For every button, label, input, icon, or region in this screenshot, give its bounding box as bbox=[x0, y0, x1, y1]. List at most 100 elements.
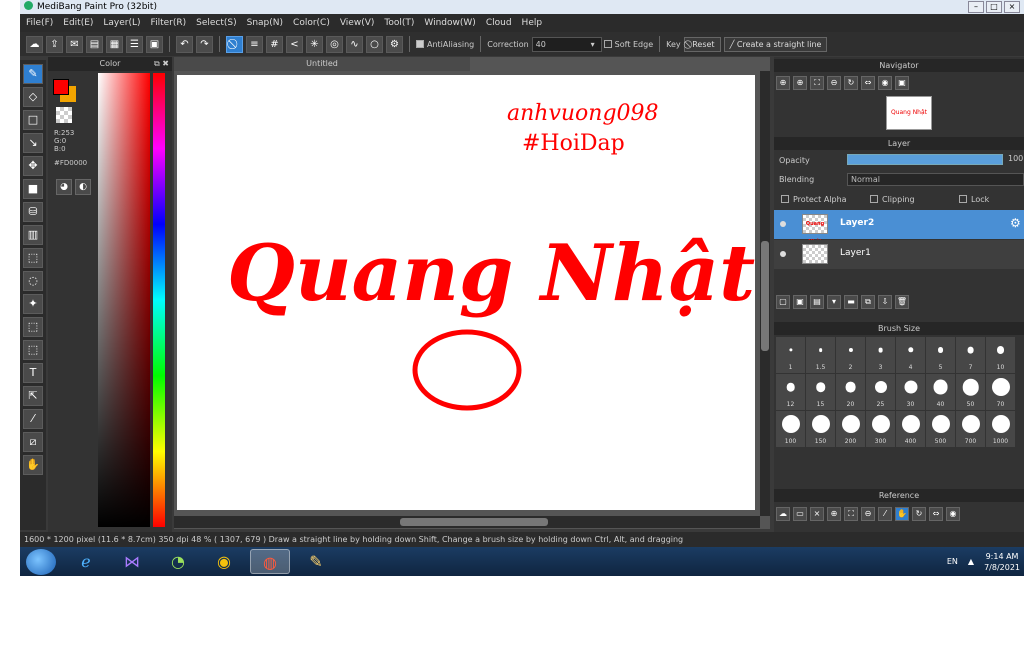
bucket-tool-icon[interactable]: ⛁ bbox=[23, 202, 43, 222]
language-indicator[interactable]: EN bbox=[947, 557, 958, 566]
select-tool-icon[interactable]: ↘ bbox=[23, 133, 43, 153]
eye-icon[interactable] bbox=[780, 251, 786, 257]
vertical-scrollbar[interactable] bbox=[760, 71, 770, 516]
message-icon[interactable]: ▤ bbox=[86, 35, 103, 53]
circle-snap-icon[interactable]: ◎ bbox=[326, 35, 343, 53]
grid-icon[interactable]: ▣ bbox=[146, 35, 163, 53]
brush-size-option[interactable]: 1 bbox=[776, 337, 805, 373]
menu-file[interactable]: File(F) bbox=[26, 18, 53, 28]
paint-icon[interactable]: ✎ bbox=[296, 549, 336, 574]
soft-edge-checkbox[interactable]: Soft Edge bbox=[603, 39, 653, 49]
menu-view[interactable]: View(V) bbox=[340, 18, 375, 28]
menu-select[interactable]: Select(S) bbox=[196, 18, 237, 28]
menu-snap[interactable]: Snap(N) bbox=[247, 18, 283, 28]
close-button[interactable]: × bbox=[1004, 1, 1020, 13]
new-8bit-layer-icon[interactable]: ▤ bbox=[810, 295, 824, 309]
duplicate-layer-icon[interactable]: ⧉ bbox=[861, 295, 875, 309]
foreground-color-swatch[interactable] bbox=[53, 79, 69, 95]
reset-view-icon[interactable]: ◉ bbox=[878, 76, 892, 90]
antialiasing-checkbox[interactable]: AntiAliasing bbox=[416, 39, 474, 49]
brush-size-option[interactable]: 20 bbox=[836, 374, 865, 410]
hand-icon[interactable]: ✋ bbox=[895, 507, 909, 521]
fullscreen-icon[interactable]: ▣ bbox=[895, 76, 909, 90]
brush-size-option[interactable]: 400 bbox=[896, 411, 925, 447]
snap-settings-icon[interactable]: ⚙ bbox=[386, 35, 403, 53]
zoom-out-icon[interactable]: ⊖ bbox=[861, 507, 875, 521]
hue-slider[interactable] bbox=[153, 73, 165, 527]
rect-select-tool-icon[interactable]: ⬚ bbox=[23, 248, 43, 268]
move-tool-icon[interactable]: ✥ bbox=[23, 156, 43, 176]
zoom-in-icon[interactable]: ⊕ bbox=[776, 76, 790, 90]
chevron-down-icon[interactable]: ▾ bbox=[591, 40, 595, 49]
brush-size-option[interactable]: 10 bbox=[986, 337, 1015, 373]
operation-tool-icon[interactable]: ⇱ bbox=[23, 386, 43, 406]
chrome-icon[interactable]: ◉ bbox=[204, 549, 244, 574]
folder-icon[interactable]: ▬ bbox=[844, 295, 858, 309]
ellipse-snap-icon[interactable]: ○ bbox=[366, 35, 383, 53]
brush-size-option[interactable]: 150 bbox=[806, 411, 835, 447]
select-pen-tool-icon[interactable]: ⬚ bbox=[23, 317, 43, 337]
menu-filter[interactable]: Filter(R) bbox=[151, 18, 187, 28]
undo-icon[interactable]: ↶ bbox=[176, 35, 193, 53]
color-mode-icon[interactable]: ◐ bbox=[75, 179, 91, 195]
brush-size-option[interactable]: 1000 bbox=[986, 411, 1015, 447]
brush-size-option[interactable]: 700 bbox=[956, 411, 985, 447]
brush-size-option[interactable]: 50 bbox=[956, 374, 985, 410]
vertical-scroll-thumb[interactable] bbox=[761, 241, 769, 351]
parallel-snap-icon[interactable]: ≡ bbox=[246, 35, 263, 53]
close-reference-icon[interactable]: × bbox=[810, 507, 824, 521]
horizontal-scroll-thumb[interactable] bbox=[400, 518, 548, 526]
eye-icon[interactable] bbox=[780, 221, 786, 227]
navigator-thumbnail[interactable]: Quang Nhật bbox=[886, 96, 932, 130]
comment-icon[interactable]: ✉ bbox=[66, 35, 83, 53]
protect-alpha-checkbox[interactable]: Protect Alpha bbox=[781, 195, 847, 204]
hand-tool-icon[interactable]: ✋ bbox=[23, 455, 43, 475]
curve-snap-icon[interactable]: ∿ bbox=[346, 35, 363, 53]
flip-icon[interactable]: ⇔ bbox=[861, 76, 875, 90]
menu-cloud[interactable]: Cloud bbox=[486, 18, 512, 28]
brush-size-option[interactable]: 2 bbox=[836, 337, 865, 373]
close-icon[interactable]: ⧉ ✖ bbox=[154, 57, 169, 71]
create-straight-line-button[interactable]: ╱ Create a straight line bbox=[723, 36, 828, 52]
flip-icon[interactable]: ⇔ bbox=[929, 507, 943, 521]
brush-size-option[interactable]: 1.5 bbox=[806, 337, 835, 373]
brush-size-option[interactable]: 70 bbox=[986, 374, 1015, 410]
document-icon[interactable]: ▦ bbox=[106, 35, 123, 53]
rotate-icon[interactable]: ↻ bbox=[912, 507, 926, 521]
clock[interactable]: 9:14 AM 7/8/2021 bbox=[984, 551, 1020, 573]
brush-size-option[interactable]: 30 bbox=[896, 374, 925, 410]
gradient-tool-icon[interactable]: ▥ bbox=[23, 225, 43, 245]
layer-row-layer1[interactable]: Layer1 bbox=[774, 240, 1024, 269]
zoom-in-icon[interactable]: ⊕ bbox=[827, 507, 841, 521]
snap-off-icon[interactable]: ⃠ bbox=[226, 35, 243, 53]
start-button[interactable] bbox=[26, 548, 56, 575]
eyedropper-icon[interactable]: ⁄ bbox=[878, 507, 892, 521]
blending-select[interactable]: Normal bbox=[847, 173, 1024, 186]
open-folder-icon[interactable]: ▭ bbox=[793, 507, 807, 521]
brush-tool-icon[interactable]: ✎ bbox=[23, 64, 43, 84]
gear-icon[interactable]: ⚙ bbox=[1010, 216, 1021, 230]
menu-layer[interactable]: Layer(L) bbox=[103, 18, 140, 28]
tray-expand-icon[interactable]: ▲ bbox=[968, 557, 974, 566]
medibang-taskbar-icon[interactable]: ◍ bbox=[250, 549, 290, 574]
menu-color[interactable]: Color(C) bbox=[293, 18, 330, 28]
brush-size-option[interactable]: 500 bbox=[926, 411, 955, 447]
horizontal-scrollbar[interactable] bbox=[174, 516, 760, 528]
menu-edit[interactable]: Edit(E) bbox=[63, 18, 93, 28]
minimize-button[interactable]: – bbox=[968, 1, 984, 13]
brush-size-option[interactable]: 7 bbox=[956, 337, 985, 373]
brush-size-option[interactable]: 3 bbox=[866, 337, 895, 373]
brush-size-option[interactable]: 300 bbox=[866, 411, 895, 447]
new-layer-icon[interactable]: ▢ bbox=[776, 295, 790, 309]
opacity-slider[interactable] bbox=[847, 154, 1003, 165]
visual-studio-icon[interactable]: ⋈ bbox=[112, 549, 152, 574]
magic-wand-tool-icon[interactable]: ✦ bbox=[23, 294, 43, 314]
layer-row-layer2[interactable]: Quang Nhật Layer2 ⚙ bbox=[774, 210, 1024, 245]
brush-size-option[interactable]: 100 bbox=[776, 411, 805, 447]
menu-window[interactable]: Window(W) bbox=[424, 18, 475, 28]
cloud-download-icon[interactable]: ☁ bbox=[776, 507, 790, 521]
menu-help[interactable]: Help bbox=[522, 18, 543, 28]
document-tab[interactable]: Untitled bbox=[174, 57, 470, 71]
zoom-fit-icon[interactable]: ⊕ bbox=[793, 76, 807, 90]
rotate-icon[interactable]: ↻ bbox=[844, 76, 858, 90]
